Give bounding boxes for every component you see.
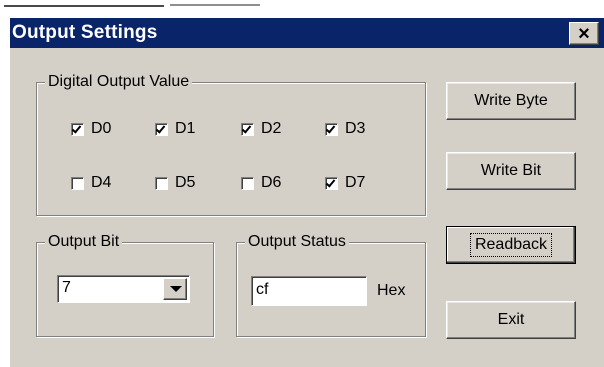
write-byte-label: Write Byte xyxy=(474,92,548,109)
checkbox-label: D3 xyxy=(345,120,366,137)
output-bit-legend: Output Bit xyxy=(45,233,123,251)
digital-output-legend: Digital Output Value xyxy=(45,73,193,91)
background-strip xyxy=(0,0,604,16)
output-bit-select[interactable]: 7 xyxy=(57,275,190,303)
chevron-down-icon[interactable] xyxy=(163,278,187,300)
checkbox-label: D0 xyxy=(91,120,112,137)
checkbox-d4[interactable]: D4 xyxy=(71,173,111,193)
checkbox-d1[interactable]: D1 xyxy=(155,119,195,139)
output-settings-dialog: Output Settings × Digital Output Value D… xyxy=(8,16,604,367)
title-bar[interactable]: Output Settings × xyxy=(10,18,604,48)
checkbox-d7[interactable]: D7 xyxy=(325,173,365,193)
background-ghost xyxy=(4,0,164,7)
checkbox-d2[interactable]: D2 xyxy=(241,119,281,139)
close-button[interactable]: × xyxy=(569,22,599,45)
checkbox-box[interactable] xyxy=(71,122,84,136)
output-bit-group: Output Bit 7 xyxy=(36,233,214,337)
output-status-legend: Output Status xyxy=(245,233,349,251)
background-ghost xyxy=(170,0,260,6)
digital-output-group: Digital Output Value D0 D1 D2 D3 D4 D5 D… xyxy=(36,73,426,216)
checkbox-box[interactable] xyxy=(241,122,254,136)
readback-button[interactable]: Readback xyxy=(446,226,576,264)
checkbox-label: D5 xyxy=(175,174,196,191)
checkbox-box[interactable] xyxy=(325,176,338,190)
output-status-field[interactable]: cf xyxy=(251,276,367,306)
write-bit-button[interactable]: Write Bit xyxy=(446,152,576,190)
window-title: Output Settings xyxy=(12,22,158,43)
checkbox-d5[interactable]: D5 xyxy=(155,173,195,193)
checkbox-label: D4 xyxy=(91,174,112,191)
write-bit-label: Write Bit xyxy=(480,162,542,179)
output-status-group: Output Status cf Hex xyxy=(236,233,426,337)
checkbox-d0[interactable]: D0 xyxy=(71,119,111,139)
checkbox-box[interactable] xyxy=(325,122,338,136)
checkbox-box[interactable] xyxy=(155,176,168,190)
checkbox-label: D1 xyxy=(175,120,196,137)
hex-unit-label: Hex xyxy=(377,282,406,299)
checkbox-label: D6 xyxy=(261,174,282,191)
checkbox-label: D2 xyxy=(261,120,282,137)
output-bit-value: 7 xyxy=(62,279,71,296)
exit-label: Exit xyxy=(497,311,525,328)
checkbox-d3[interactable]: D3 xyxy=(325,119,365,139)
checkbox-label: D7 xyxy=(345,174,366,191)
write-byte-button[interactable]: Write Byte xyxy=(446,82,576,120)
checkbox-d6[interactable]: D6 xyxy=(241,173,281,193)
checkbox-box[interactable] xyxy=(241,176,254,190)
checkbox-box[interactable] xyxy=(155,122,168,136)
exit-button[interactable]: Exit xyxy=(446,301,576,339)
close-icon: × xyxy=(578,22,590,45)
readback-label: Readback xyxy=(469,233,553,257)
checkbox-box[interactable] xyxy=(71,176,84,190)
